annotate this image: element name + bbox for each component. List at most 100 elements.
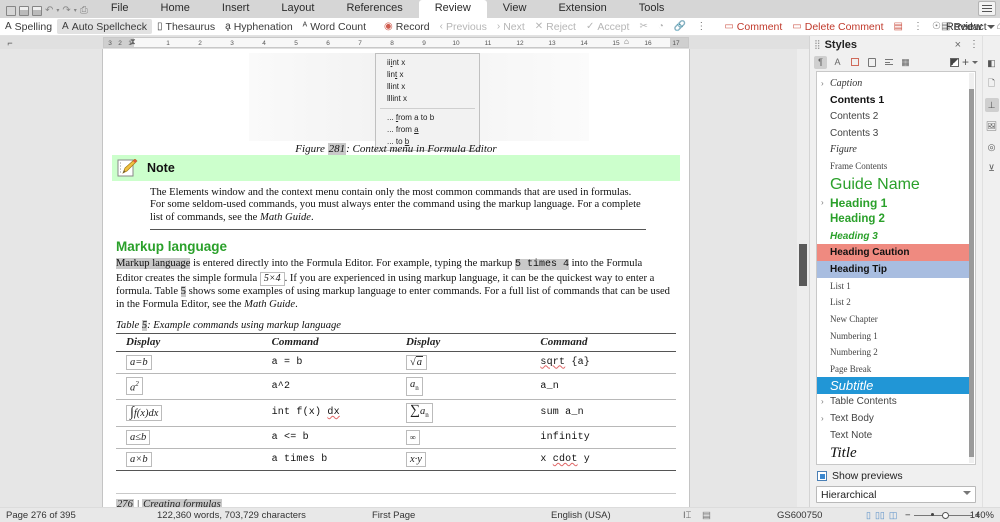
- frame-styles-icon[interactable]: [848, 56, 861, 69]
- multi-page-view-icon[interactable]: ▯▯: [875, 510, 885, 521]
- comment-button[interactable]: ▭ Comment: [719, 19, 787, 34]
- undo-icon[interactable]: ↶: [45, 6, 53, 16]
- hyphenation-button[interactable]: ḁ Hyphenation: [220, 19, 298, 34]
- status-page[interactable]: Page 276 of 395: [6, 510, 76, 521]
- tab-extension[interactable]: Extension: [542, 0, 622, 18]
- body-paragraph[interactable]: Markup language is entered directly into…: [116, 258, 671, 311]
- accept-change-button[interactable]: ✓ Accept: [581, 19, 635, 34]
- zoom-out-button[interactable]: −: [905, 510, 911, 521]
- style-list-item[interactable]: New Chapter: [817, 311, 969, 328]
- style-list-item[interactable]: List 1: [817, 278, 969, 295]
- expand-chevron-icon[interactable]: ›: [821, 397, 830, 406]
- expand-chevron-icon[interactable]: ›: [821, 414, 830, 423]
- style-list-item[interactable]: › Text Body: [817, 410, 969, 427]
- status-signature[interactable]: GS600750: [777, 510, 822, 521]
- horizontal-ruler[interactable]: ⌐ 3 2 1 ⧗ 1 2 3 4 5 6 7 8 9 10 11 12 13 …: [0, 36, 809, 49]
- document-vertical-scrollbar[interactable]: [797, 49, 809, 507]
- style-list-item[interactable]: Frame Contents: [817, 158, 969, 175]
- status-language[interactable]: English (USA): [551, 510, 611, 521]
- style-list-item[interactable]: › Table Contents: [817, 394, 969, 411]
- styles-deck-icon[interactable]: ⊥: [984, 98, 999, 112]
- character-styles-icon[interactable]: A: [831, 56, 844, 69]
- track-link-button[interactable]: 🔗: [669, 19, 691, 34]
- redo-icon[interactable]: ↷: [62, 6, 70, 16]
- ruler-strip[interactable]: 3 2 1 ⧗ 1 2 3 4 5 6 7 8 9 10 11 12 13 14…: [103, 37, 689, 48]
- status-word-count[interactable]: 122,360 words, 703,729 characters: [157, 510, 306, 521]
- new-doc-icon[interactable]: [6, 6, 16, 16]
- paragraph-styles-icon[interactable]: ¶: [814, 55, 827, 69]
- fill-format-mode-icon[interactable]: [949, 57, 959, 67]
- page-footer[interactable]: 276 | Creating formulas: [116, 498, 680, 507]
- properties-deck-icon[interactable]: ◧: [985, 56, 999, 70]
- unsaved-changes-icon[interactable]: ▤: [702, 510, 711, 521]
- ruler-corner-tab-icon[interactable]: ⌐: [0, 36, 20, 49]
- style-list-item[interactable]: Page Break: [817, 361, 969, 378]
- style-list-item[interactable]: List 2: [817, 294, 969, 311]
- style-list-scrollbar[interactable]: [969, 73, 974, 463]
- expand-chevron-icon[interactable]: ›: [821, 79, 830, 88]
- redo-dropdown-icon[interactable]: ▾: [74, 6, 77, 16]
- right-indent-marker-icon[interactable]: ⌂: [624, 38, 629, 46]
- expand-chevron-icon[interactable]: ›: [821, 198, 830, 207]
- previous-change-button[interactable]: ‹ Previous: [435, 19, 492, 34]
- gallery-deck-icon[interactable]: 🖼: [985, 119, 999, 133]
- tab-insert[interactable]: Insert: [206, 0, 266, 18]
- style-list-item[interactable]: Heading 2: [817, 211, 969, 228]
- style-list-item[interactable]: Title: [817, 443, 969, 463]
- changes-overflow-button[interactable]: ⋮: [691, 19, 711, 34]
- undo-dropdown-icon[interactable]: ▾: [56, 6, 59, 16]
- next-change-button[interactable]: › Next: [492, 19, 530, 34]
- tab-layout[interactable]: Layout: [265, 0, 330, 18]
- page-deck-icon[interactable]: 🗋: [985, 77, 999, 91]
- tab-tools[interactable]: Tools: [623, 0, 681, 18]
- reject-change-button[interactable]: ✕ Reject: [530, 19, 581, 34]
- style-list-item[interactable]: Guide Name: [817, 175, 969, 195]
- show-previews-checkbox[interactable]: Show previews: [816, 468, 976, 486]
- style-list-item[interactable]: › Caption: [817, 75, 969, 92]
- chevron-down-icon[interactable]: [987, 24, 995, 29]
- auto-spellcheck-button[interactable]: A Auto Spellcheck: [57, 19, 153, 34]
- more-options-icon[interactable]: ⋮: [969, 39, 979, 50]
- tab-review[interactable]: Review: [418, 0, 487, 18]
- show-comments-button[interactable]: ▤: [889, 19, 908, 34]
- table-styles-icon[interactable]: ▦: [899, 56, 912, 69]
- scrollbar-thumb[interactable]: [799, 244, 807, 286]
- zoom-knob[interactable]: [941, 511, 949, 519]
- single-page-view-icon[interactable]: ▯: [866, 510, 871, 521]
- menu-icon[interactable]: [978, 1, 996, 16]
- style-list-item[interactable]: Numbering 1: [817, 327, 969, 344]
- style-list-item[interactable]: Heading Caution: [817, 244, 969, 261]
- save-icon[interactable]: [32, 6, 42, 16]
- style-list-item[interactable]: Figure: [817, 141, 969, 158]
- book-view-icon[interactable]: ◫: [889, 510, 898, 521]
- manage-changes-button[interactable]: ◔: [653, 19, 669, 34]
- zoom-track[interactable]: [913, 511, 972, 519]
- drag-grip-icon[interactable]: ⣿: [814, 39, 821, 50]
- style-list-item[interactable]: Contents 2: [817, 108, 969, 125]
- style-inspector-deck-icon[interactable]: ⊻: [985, 161, 999, 175]
- reject-all-button[interactable]: ✂: [634, 19, 652, 34]
- style-list[interactable]: › Caption Contents 1 Contents 2 Contents 3 Fi…: [816, 71, 976, 465]
- document-page[interactable]: iiint x lint x llint x lllint x ... from…: [103, 49, 689, 507]
- comments-overflow-button[interactable]: ⋮: [908, 19, 928, 34]
- tab-references[interactable]: References: [330, 0, 418, 18]
- note-body[interactable]: The Elements window and the context menu…: [112, 181, 680, 228]
- new-style-icon[interactable]: +: [962, 56, 969, 68]
- list-styles-icon[interactable]: [882, 56, 895, 69]
- navigator-deck-icon[interactable]: ◎: [985, 140, 999, 154]
- delete-comment-button[interactable]: ▭ Delete Comment: [787, 19, 888, 34]
- open-icon[interactable]: [19, 6, 29, 16]
- style-list-item[interactable]: › Heading 1: [817, 195, 969, 212]
- tab-home[interactable]: Home: [145, 0, 206, 18]
- thesaurus-button[interactable]: ▯ Thesaurus: [152, 19, 220, 34]
- style-list-item[interactable]: Contents 1: [817, 92, 969, 109]
- close-icon[interactable]: ×: [952, 39, 964, 51]
- status-zoom-level[interactable]: 140%: [970, 510, 994, 521]
- status-page-style[interactable]: First Page: [372, 510, 415, 521]
- selection-mode-icon[interactable]: I⌶: [683, 510, 691, 521]
- page-styles-icon[interactable]: [865, 56, 878, 69]
- print-icon[interactable]: ⎙: [80, 6, 88, 16]
- record-changes-button[interactable]: ◉ Record: [379, 19, 435, 34]
- help-icon[interactable]: ☉: [932, 21, 941, 32]
- new-style-dropdown-icon[interactable]: [972, 60, 978, 64]
